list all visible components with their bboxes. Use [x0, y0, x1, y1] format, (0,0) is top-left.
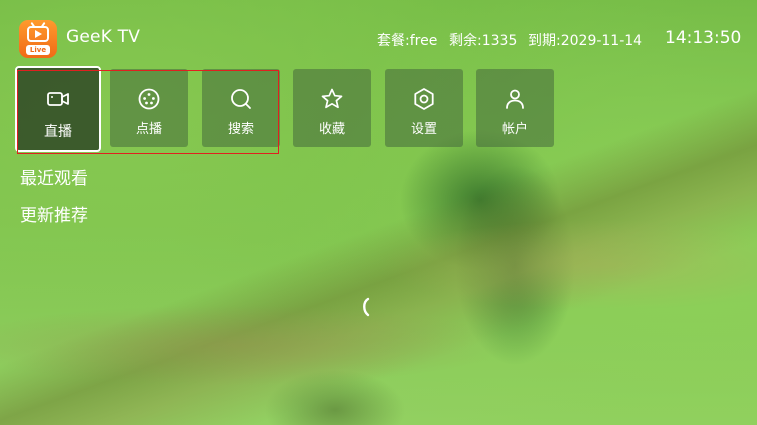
tv-icon [27, 26, 49, 42]
menu-item-favorites[interactable]: 收藏 [293, 69, 371, 147]
menu-item-live[interactable]: 直播 [15, 66, 101, 152]
hexagon-settings-icon [414, 88, 434, 110]
menu-item-label: 设置 [410, 122, 437, 137]
live-badge: Live [26, 45, 50, 55]
background-blob [0, 0, 757, 425]
loading-spinner-icon [363, 297, 370, 317]
menu-item-account[interactable]: 帐户 [476, 69, 554, 147]
video-camera-icon [47, 92, 69, 106]
menu-item-label: 搜索 [227, 122, 254, 137]
menu-item-search[interactable]: 搜索 [202, 69, 280, 147]
plan-status: 套餐:free [377, 33, 438, 49]
menu-item-label: 帐户 [501, 122, 528, 137]
clock: 14:13:50 [665, 28, 742, 48]
recommended-updates-link[interactable]: 更新推荐 [20, 201, 88, 226]
home-screen: Live GeeK TV 套餐:free 剩余:1335 到期:2029-11-… [0, 0, 757, 425]
menu-item-label: 直播 [44, 124, 72, 140]
menu-item-settings[interactable]: 设置 [385, 69, 463, 147]
recent-watched-link[interactable]: 最近观看 [20, 164, 88, 189]
menu-item-vod[interactable]: 点播 [110, 69, 188, 147]
app-logo: Live [19, 20, 57, 58]
menu-item-label: 收藏 [318, 122, 345, 137]
menu-item-label: 点播 [135, 122, 162, 137]
search-icon [231, 89, 251, 109]
user-icon [506, 89, 524, 109]
remaining-status: 剩余:1335 [449, 33, 518, 49]
star-icon [321, 88, 343, 109]
expiry-status: 到期:2029-11-14 [528, 33, 643, 49]
film-reel-icon [138, 88, 160, 110]
app-title: GeeK TV [66, 27, 141, 47]
